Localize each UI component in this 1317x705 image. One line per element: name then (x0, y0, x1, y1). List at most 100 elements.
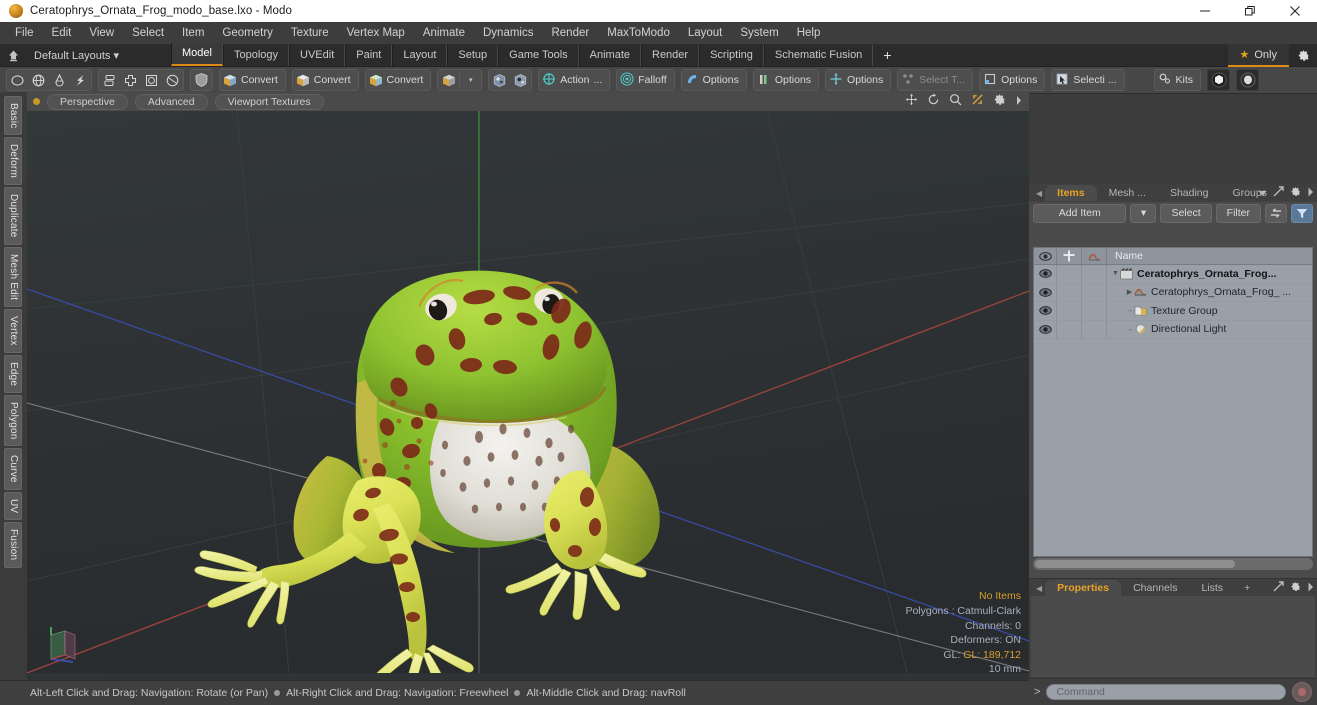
stack-icon[interactable] (99, 70, 120, 90)
shading-cell[interactable] (1082, 302, 1107, 320)
layout-tab-uvedit[interactable]: UVEdit (289, 45, 346, 66)
tool-tab-basic[interactable]: Basic (4, 96, 22, 136)
lightning-icon[interactable] (70, 70, 91, 90)
layout-tab-game-tools[interactable]: Game Tools (498, 45, 579, 66)
tool-tab-deform[interactable]: Deform (4, 137, 22, 186)
right-panel-tab-mesh-[interactable]: Mesh ... (1097, 185, 1158, 201)
menu-item-texture[interactable]: Texture (282, 24, 338, 42)
item-list-label[interactable]: → Texture Group (1107, 305, 1312, 317)
item-list-row[interactable]: → Texture Group (1034, 302, 1312, 321)
chevron-down-icon[interactable] (1258, 184, 1267, 202)
locator-cell[interactable] (1057, 283, 1082, 301)
shading-cell[interactable] (1082, 283, 1107, 301)
tool-tab-mesh-edit[interactable]: Mesh Edit (4, 246, 22, 308)
menu-item-edit[interactable]: Edit (43, 24, 81, 42)
tree-toggle-icon[interactable]: ▶ (1125, 288, 1134, 296)
layout-tab-setup[interactable]: Setup (447, 45, 499, 66)
menu-item-dynamics[interactable]: Dynamics (474, 24, 542, 42)
right-panel-tab-items[interactable]: Items (1045, 185, 1097, 201)
item-list-label[interactable]: → Directional Light (1107, 323, 1312, 335)
chevron-down-icon[interactable]: ▾ (460, 70, 481, 90)
tool-tab-duplicate[interactable]: Duplicate (4, 187, 22, 245)
menu-item-file[interactable]: File (6, 24, 43, 42)
tree-toggle-icon[interactable]: ▼ (1111, 270, 1120, 277)
chevron-left-icon[interactable]: ◀ (1033, 189, 1045, 198)
tool-tab-edge[interactable]: Edge (4, 354, 22, 393)
chevron-right-icon[interactable] (1307, 184, 1314, 202)
layout-tab-model[interactable]: Model (171, 43, 223, 66)
record-icon[interactable] (1292, 682, 1312, 702)
move-options-button[interactable]: Options (826, 70, 890, 90)
snap-options-button[interactable]: Options (682, 70, 746, 90)
menu-item-render[interactable]: Render (542, 24, 598, 42)
viewport-chip-perspective[interactable]: Perspective (47, 93, 128, 110)
tree-toggle-icon[interactable]: → (1125, 307, 1134, 314)
convert-button-2[interactable]: Convert (293, 70, 358, 90)
properties-tab-channels[interactable]: Channels (1121, 580, 1189, 596)
rotate-icon[interactable] (927, 93, 940, 111)
menu-item-select[interactable]: Select (123, 24, 173, 42)
convert-button-1[interactable]: Convert (220, 70, 285, 90)
sphere-white-icon[interactable] (1208, 70, 1229, 90)
layout-tab-layout[interactable]: Layout (392, 45, 448, 66)
tree-toggle-icon[interactable]: → (1125, 326, 1134, 333)
tool-tab-uv[interactable]: UV (4, 492, 22, 521)
tool-tab-fusion[interactable]: Fusion (4, 522, 22, 568)
uv-sphere-icon[interactable] (489, 70, 510, 90)
only-toggle[interactable]: ★ Only (1227, 44, 1289, 67)
gear-icon[interactable] (1290, 184, 1301, 202)
expand-icon[interactable] (1273, 579, 1284, 597)
viewport-state-dot[interactable] (33, 98, 40, 105)
shading-cell[interactable] (1082, 265, 1107, 283)
select-button[interactable]: Select (1160, 203, 1212, 223)
item-list-row[interactable]: ▶ Ceratophrys_Ornata_Frog_ ... (1034, 283, 1312, 302)
scrollbar-thumb[interactable] (1035, 560, 1235, 568)
gear-icon[interactable] (1290, 579, 1301, 597)
item-list-row[interactable]: ▼ Ceratophrys_Ornata_Frog... (1034, 265, 1312, 284)
layout-tab-scripting[interactable]: Scripting (699, 45, 764, 66)
eye-icon[interactable] (1034, 265, 1057, 283)
menu-item-layout[interactable]: Layout (679, 24, 732, 42)
item-list-label[interactable]: ▼ Ceratophrys_Ornata_Frog... (1107, 268, 1312, 280)
locator-cell[interactable] (1057, 265, 1082, 283)
cross-icon[interactable] (120, 70, 141, 90)
menu-item-vertex-map[interactable]: Vertex Map (338, 24, 414, 42)
menu-item-item[interactable]: Item (173, 24, 213, 42)
locator-cell[interactable] (1057, 320, 1082, 338)
zoom-icon[interactable] (949, 93, 962, 111)
item-list-scrollbar[interactable] (1033, 558, 1313, 570)
bars-options-button[interactable]: Options (754, 70, 818, 90)
add-layout-tab-button[interactable]: + (873, 45, 901, 66)
add-item-button[interactable]: Add Item (1033, 203, 1127, 223)
cube-icon[interactable] (438, 70, 459, 90)
fit-icon[interactable] (971, 93, 984, 111)
layout-tab-render[interactable]: Render (641, 45, 700, 66)
home-icon[interactable] (0, 49, 26, 62)
default-layouts-dropdown[interactable]: Default Layouts ▾ (26, 49, 127, 62)
teardrop-icon[interactable] (49, 70, 70, 90)
shading-cell[interactable] (1082, 320, 1107, 338)
item-list-row[interactable]: → Directional Light (1034, 320, 1312, 339)
layout-tab-topology[interactable]: Topology (222, 45, 290, 66)
pan-icon[interactable] (905, 93, 918, 111)
viewport-3d-canvas[interactable]: No Items Polygons : Catmull-Clark Channe… (27, 111, 1029, 681)
axis-gizmo[interactable] (39, 621, 85, 667)
menu-item-animate[interactable]: Animate (414, 24, 474, 42)
menu-item-view[interactable]: View (80, 24, 123, 42)
eye-icon[interactable] (1034, 302, 1057, 320)
chevron-left-icon[interactable]: ◀ (1033, 584, 1045, 593)
layout-tab-schematic-fusion[interactable]: Schematic Fusion (763, 45, 874, 66)
right-panel-tab-shading[interactable]: Shading (1158, 185, 1221, 201)
filter-button[interactable]: Filter (1215, 203, 1261, 223)
uv-sphere-dark-icon[interactable] (510, 70, 531, 90)
command-input[interactable]: Command (1046, 684, 1286, 700)
falloff-button[interactable]: Falloff (617, 70, 673, 90)
convert-button-3[interactable]: Convert (366, 70, 431, 90)
swap-icon[interactable] (1265, 203, 1287, 223)
funnel-icon[interactable] (1291, 203, 1313, 223)
close-button[interactable] (1272, 0, 1317, 22)
item-list-label[interactable]: ▶ Ceratophrys_Ornata_Frog_ ... (1107, 286, 1312, 298)
gear-icon[interactable] (1289, 45, 1317, 66)
properties-tab-lists[interactable]: Lists (1189, 580, 1235, 596)
action-center-button[interactable]: Action ... (539, 70, 609, 90)
